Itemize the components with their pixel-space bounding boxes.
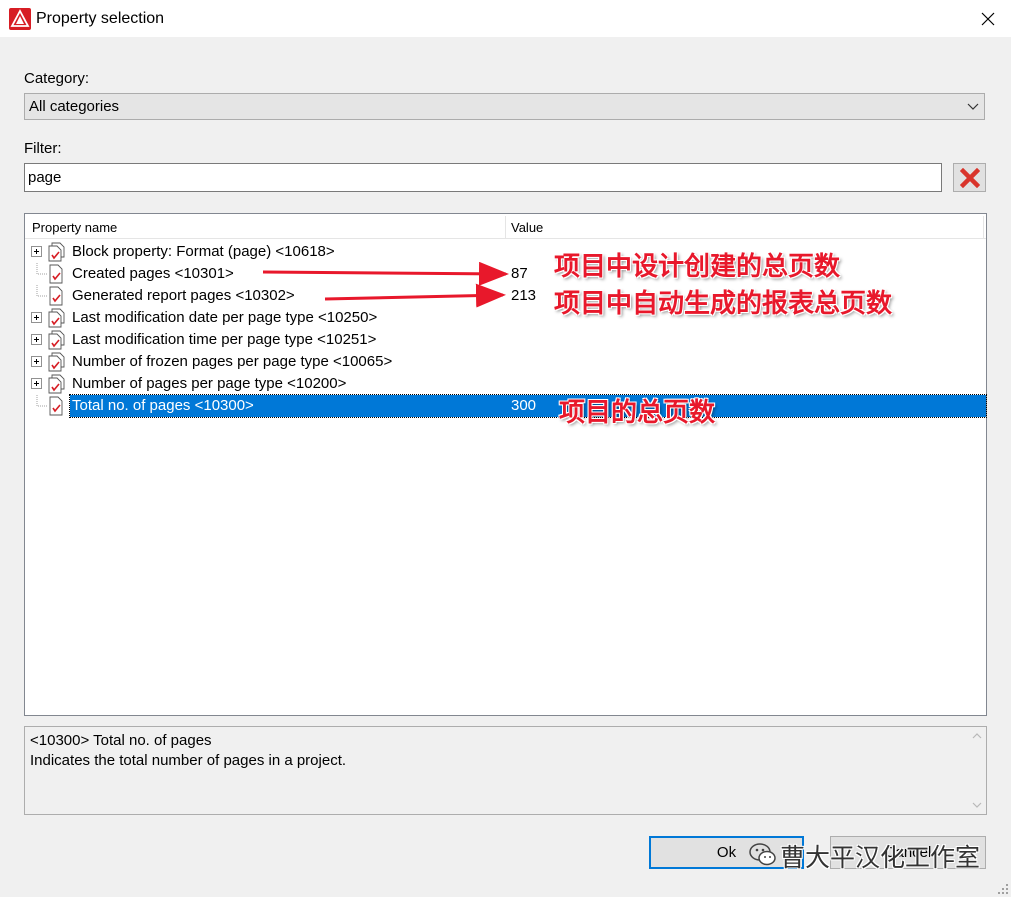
title-bar: Property selection [0, 0, 1011, 37]
property-icon [49, 286, 63, 306]
property-name: Total no. of pages <10300> [72, 397, 254, 414]
annotation-total: 项目的总页数 [559, 398, 716, 428]
ok-button-label: Ok [716, 844, 737, 861]
property-name: Number of frozen pages per page type <10… [72, 353, 393, 370]
header-value[interactable]: Value [511, 220, 543, 235]
tree-header: Property name Value [25, 214, 986, 239]
column-divider[interactable] [505, 216, 506, 238]
resize-grip-icon[interactable] [997, 883, 1009, 895]
property-name: Generated report pages <10302> [72, 287, 295, 304]
chevron-down-icon [967, 103, 979, 110]
multi-property-icon [48, 352, 65, 372]
table-row[interactable]: Block property: Format (page) <10618> [25, 241, 986, 263]
expand-icon[interactable] [31, 356, 42, 367]
table-row[interactable]: Total no. of pages <10300> 300 [25, 394, 987, 418]
expand-icon[interactable] [31, 378, 42, 389]
multi-property-icon [48, 330, 65, 350]
property-value: 300 [511, 397, 537, 414]
table-row[interactable]: Number of frozen pages per page type <10… [25, 351, 986, 373]
description-panel: <10300> Total no. of pages Indicates the… [24, 726, 987, 815]
close-button[interactable] [965, 0, 1011, 37]
close-icon [981, 12, 995, 25]
table-row[interactable]: Created pages <10301> 87 [25, 263, 986, 285]
table-row[interactable]: Last modification time per page type <10… [25, 329, 986, 351]
column-divider[interactable] [983, 216, 984, 238]
expand-icon[interactable] [31, 246, 42, 257]
app-logo-icon [9, 8, 31, 30]
clear-filter-button[interactable] [953, 163, 986, 192]
category-selected-value: All categories [29, 98, 120, 115]
annotation-created: 项目中设计创建的总页数 [554, 252, 841, 282]
property-name: Created pages <10301> [72, 265, 234, 282]
multi-property-icon [48, 374, 65, 394]
watermark: 曹大平汉化工作室 [748, 836, 988, 872]
expand-icon[interactable] [31, 334, 42, 345]
filter-label: Filter: [24, 140, 62, 157]
property-name: Block property: Format (page) <10618> [72, 243, 335, 260]
property-name: Number of pages per page type <10200> [72, 375, 347, 392]
category-dropdown[interactable]: All categories [24, 93, 985, 120]
multi-property-icon [48, 308, 65, 328]
description-title: <10300> Total no. of pages [30, 732, 212, 749]
window-title: Property selection [36, 10, 165, 27]
annotation-generated: 项目中自动生成的报表总页数 [554, 289, 893, 319]
description-text: Indicates the total number of pages in a… [30, 752, 347, 769]
multi-property-icon [48, 242, 65, 262]
watermark-text: 曹大平汉化工作室 [780, 843, 981, 872]
property-name: Last modification time per page type <10… [72, 331, 377, 348]
description-scrollbar[interactable] [968, 727, 986, 814]
wechat-icon [749, 843, 776, 866]
clear-x-icon [959, 167, 980, 188]
property-icon [49, 396, 63, 416]
header-property-name[interactable]: Property name [32, 220, 117, 235]
property-icon [49, 264, 63, 284]
property-value: 213 [511, 287, 537, 304]
expand-icon[interactable] [31, 312, 42, 323]
category-label: Category: [24, 70, 90, 87]
property-name: Last modification date per page type <10… [72, 309, 378, 326]
filter-input[interactable] [24, 163, 942, 192]
table-row[interactable]: Number of pages per page type <10200> [25, 373, 986, 395]
property-value: 87 [511, 265, 528, 282]
